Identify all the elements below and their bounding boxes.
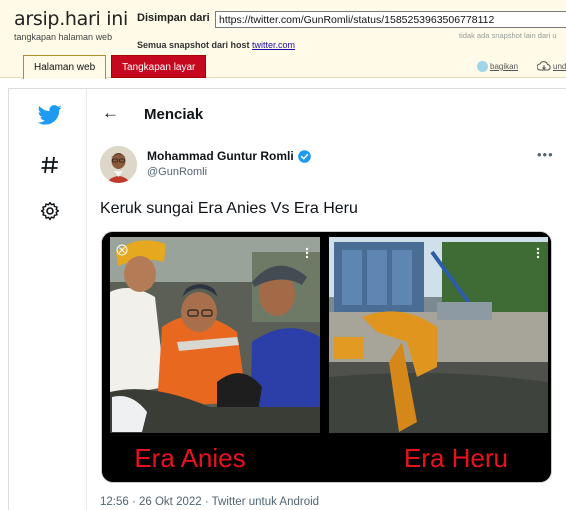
archive-header: arsip.hari ini tangkapan halaman web Dis…	[0, 0, 566, 79]
author-handle[interactable]: @GunRomli	[147, 166, 207, 178]
tweet-meta[interactable]: 12:56 · 26 Okt 2022 · Twitter untuk Andr…	[100, 496, 319, 508]
share-label: bagikan	[490, 62, 519, 71]
share-button[interactable]: bagikan	[477, 61, 518, 72]
cloud-download-icon	[537, 61, 551, 71]
saved-from-label: Disimpan dari	[137, 12, 210, 24]
all-snapshots-label: Semua snapshot dari host	[137, 40, 250, 50]
download-label: und	[553, 61, 566, 71]
back-arrow-icon[interactable]: ←	[102, 103, 119, 123]
avatar-portrait-icon	[100, 146, 137, 183]
tab-screenshot[interactable]: Tangkapan layar	[111, 55, 207, 78]
tweet-main: ← Menciak Mohammad Guntur Romli @GunRoml…	[88, 89, 566, 510]
saved-url-field[interactable]	[215, 11, 566, 28]
hashtag-explore-icon[interactable]	[40, 155, 60, 175]
tweet-text: Keruk sungai Era Anies Vs Era Heru	[100, 200, 358, 217]
share-icon	[477, 61, 488, 72]
left-photo	[110, 237, 320, 433]
tab-webpage[interactable]: Halaman web	[23, 55, 107, 79]
host-link[interactable]: twitter.com	[252, 40, 295, 50]
settings-gear-icon[interactable]	[40, 201, 60, 221]
author-name-row[interactable]: Mohammad Guntur Romli	[147, 149, 311, 163]
caption-era-anies: Era Anies	[134, 443, 245, 473]
twitter-page: ← Menciak Mohammad Guntur Romli @GunRoml…	[0, 79, 566, 510]
comparison-photo: Era Anies Era Heru	[102, 232, 551, 482]
twitter-frame: ← Menciak Mohammad Guntur Romli @GunRoml…	[8, 88, 566, 510]
download-button[interactable]: und	[537, 61, 566, 71]
all-snapshots-line: Semua snapshot dari host twitter.com	[137, 40, 295, 50]
author-name[interactable]: Mohammad Guntur Romli	[147, 149, 294, 163]
no-other-snapshot-text: tidak ada snapshot lain dari u	[459, 31, 557, 40]
page-title: Menciak	[144, 106, 204, 123]
avatar[interactable]	[100, 146, 137, 183]
archive-tagline: tangkapan halaman web	[14, 32, 113, 42]
right-photo	[329, 237, 548, 433]
tweet-media[interactable]: Era Anies Era Heru	[101, 231, 552, 483]
twitter-bird-icon[interactable]	[38, 105, 62, 125]
verified-badge-icon	[297, 149, 311, 163]
more-options-icon[interactable]: •••	[537, 147, 554, 162]
archive-logo[interactable]: arsip.hari ini	[14, 8, 128, 30]
caption-era-heru: Era Heru	[404, 443, 508, 473]
sidebar	[9, 89, 87, 510]
